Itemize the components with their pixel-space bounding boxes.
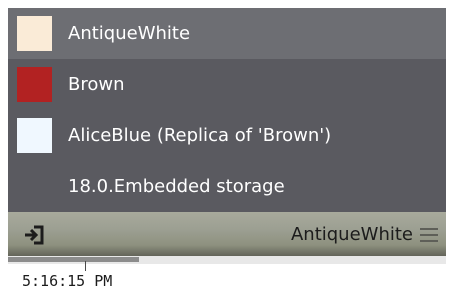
list-item-aliceblue[interactable]: AliceBlue (Replica of 'Brown') (8, 110, 446, 161)
color-swatch (17, 16, 52, 51)
progress-fill (8, 257, 140, 262)
selector-footer: AntiqueWhite (8, 212, 446, 256)
color-swatch (17, 118, 52, 153)
progress-bar (8, 256, 446, 264)
list-item-embedded-storage[interactable]: 18.0.Embedded storage (8, 161, 446, 212)
list-item-label: 18.0.Embedded storage (68, 176, 285, 197)
hamburger-menu-icon[interactable] (420, 228, 438, 242)
time-label: 5:16:15 PM (22, 272, 113, 290)
current-value-label: AntiqueWhite (290, 224, 413, 245)
exit-icon[interactable] (20, 222, 48, 248)
time-tick-marker (85, 261, 86, 271)
list-item-label: Brown (68, 74, 125, 95)
list-item-label: AliceBlue (Replica of 'Brown') (68, 125, 332, 146)
color-swatch (17, 67, 52, 102)
list-item-antiquewhite[interactable]: AntiqueWhite (8, 8, 446, 59)
list-item-label: AntiqueWhite (68, 23, 191, 44)
footer-bar: AntiqueWhite (8, 218, 446, 252)
list-item-brown[interactable]: Brown (8, 59, 446, 110)
color-list-panel: AntiqueWhite Brown AliceBlue (Replica of… (8, 8, 446, 212)
